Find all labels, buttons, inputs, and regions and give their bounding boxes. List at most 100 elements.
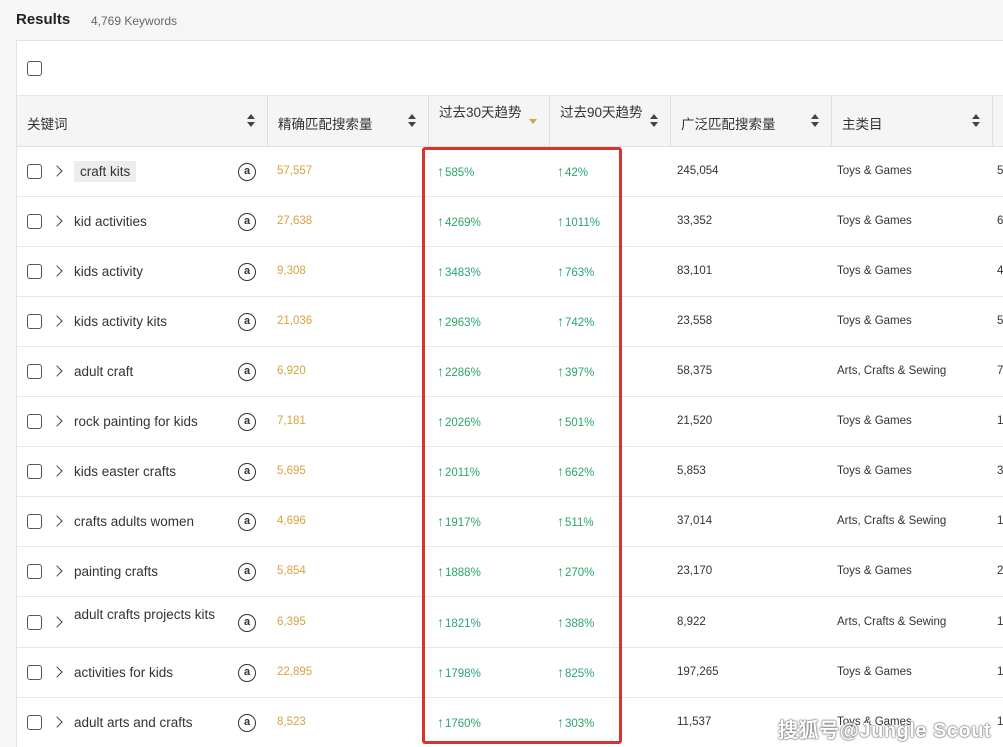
amazon-icon[interactable]: a [238,513,256,531]
broad-volume: 33,352 [677,215,713,227]
column-header-trend-30d[interactable]: 过去30天趋势 [429,96,550,147]
row-checkbox[interactable] [27,715,42,730]
keyword-text[interactable]: adult craft [74,363,224,380]
sort-icon[interactable] [972,114,980,128]
chevron-right-icon[interactable] [51,415,63,427]
keyword-text[interactable]: crafts adults women [74,513,224,530]
keyword-text[interactable]: kids activity kits [74,313,224,330]
keyword-text[interactable]: kids easter crafts [74,463,224,480]
row-checkbox[interactable] [27,614,42,630]
row-checkbox[interactable] [27,464,42,479]
category: Toys & Games [837,465,912,477]
sort-icon[interactable] [408,114,416,128]
column-label: 精确匹配搜索量 [278,117,373,132]
category: Toys & Games [837,265,912,277]
chevron-right-icon[interactable] [51,615,63,628]
column-header-keyword[interactable]: 关键词 [17,96,268,147]
keyword-text[interactable]: activities for kids [74,664,224,681]
category: Toys & Games [837,165,912,177]
category: Toys & Games [837,666,912,678]
keyword-text[interactable]: rock painting for kids [74,413,224,430]
exact-volume: 6,395 [277,615,306,628]
exact-volume: 27,638 [277,215,313,227]
keyword-text[interactable]: kids activity [74,263,224,280]
amazon-icon[interactable]: a [238,463,256,481]
truncated-cell: 1 [997,615,1003,628]
truncated-cell: 1 [997,515,1003,527]
truncated-cell: 4 [997,265,1003,277]
broad-volume: 197,265 [677,666,719,678]
column-header-trend-90d[interactable]: 过去90天趋势 [550,96,671,147]
row-checkbox[interactable] [27,414,42,429]
broad-volume: 21,520 [677,415,713,427]
chevron-right-icon[interactable] [51,165,63,177]
amazon-icon[interactable]: a [238,163,256,181]
watermark: 搜狐号@Jungle Scout [778,720,992,742]
column-header-category[interactable]: 主类目 [832,96,993,147]
keyword-text[interactable]: painting crafts [74,563,224,580]
keyword-text[interactable]: kid activities [74,213,224,230]
column-header-broad-volume[interactable]: 广泛匹配搜索量 [671,96,832,147]
keyword-text[interactable]: adult arts and crafts [74,714,224,731]
chevron-right-icon[interactable] [51,565,63,577]
row-checkbox[interactable] [27,364,42,379]
amazon-icon[interactable]: a [238,263,256,281]
column-label: 主类目 [842,117,883,132]
truncated-cell: 5 [997,315,1003,327]
chevron-right-icon[interactable] [51,465,63,477]
results-title: Results [16,11,71,28]
exact-volume: 7,181 [277,415,306,427]
exact-volume: 4,696 [277,515,306,527]
sort-icon[interactable] [650,114,658,128]
row-checkbox[interactable] [27,564,42,579]
amazon-icon[interactable]: a [238,213,256,231]
broad-volume: 5,853 [677,465,706,477]
amazon-icon[interactable]: a [238,714,256,732]
select-all-row [17,41,1003,96]
row-checkbox[interactable] [27,665,42,680]
row-checkbox[interactable] [27,314,42,329]
truncated-cell: 2 [997,565,1003,577]
table-header: 关键词 精确匹配搜索量 过去30天趋势 过去90天趋势 广泛匹配搜索量 主类目 [17,96,1003,147]
row-checkbox[interactable] [27,214,42,229]
column-header-exact-volume[interactable]: 精确匹配搜索量 [268,96,429,147]
broad-volume: 11,537 [677,716,712,728]
amazon-icon[interactable]: a [238,563,256,581]
category: Arts, Crafts & Sewing [837,515,947,527]
chevron-right-icon[interactable] [51,215,63,227]
keyword-text[interactable]: adult crafts projects kits [74,606,224,623]
keyword-text[interactable]: craft kits [74,161,137,182]
highlight-box [422,147,622,744]
row-checkbox[interactable] [27,514,42,529]
amazon-icon[interactable]: a [238,664,256,682]
broad-volume: 83,101 [677,265,713,277]
amazon-icon[interactable]: a [238,363,256,381]
exact-volume: 21,036 [277,315,313,327]
truncated-cell: 5 [997,165,1003,177]
chevron-right-icon[interactable] [51,365,63,377]
category: Toys & Games [837,565,912,577]
exact-volume: 9,308 [277,265,306,277]
chevron-right-icon[interactable] [51,666,63,678]
amazon-icon[interactable]: a [238,313,256,331]
truncated-cell: 1 [997,666,1003,678]
sort-desc-icon[interactable] [529,119,537,124]
category: Toys & Games [837,315,912,327]
chevron-right-icon[interactable] [51,265,63,277]
category: Toys & Games [837,215,912,227]
row-checkbox[interactable] [27,164,42,179]
chevron-right-icon[interactable] [51,315,63,327]
chevron-right-icon[interactable] [51,716,63,728]
exact-volume: 8,523 [277,716,306,728]
amazon-icon[interactable]: a [238,413,256,431]
chevron-right-icon[interactable] [51,515,63,527]
column-label: 广泛匹配搜索量 [681,117,776,132]
amazon-icon[interactable]: a [238,613,256,632]
category: Arts, Crafts & Sewing [837,365,947,377]
column-label: 过去90天趋势 [560,105,643,120]
sort-icon[interactable] [811,114,819,128]
sort-icon[interactable] [247,114,255,128]
column-label: 过去30天趋势 [439,105,522,120]
row-checkbox[interactable] [27,264,42,279]
select-all-checkbox[interactable] [27,61,42,76]
